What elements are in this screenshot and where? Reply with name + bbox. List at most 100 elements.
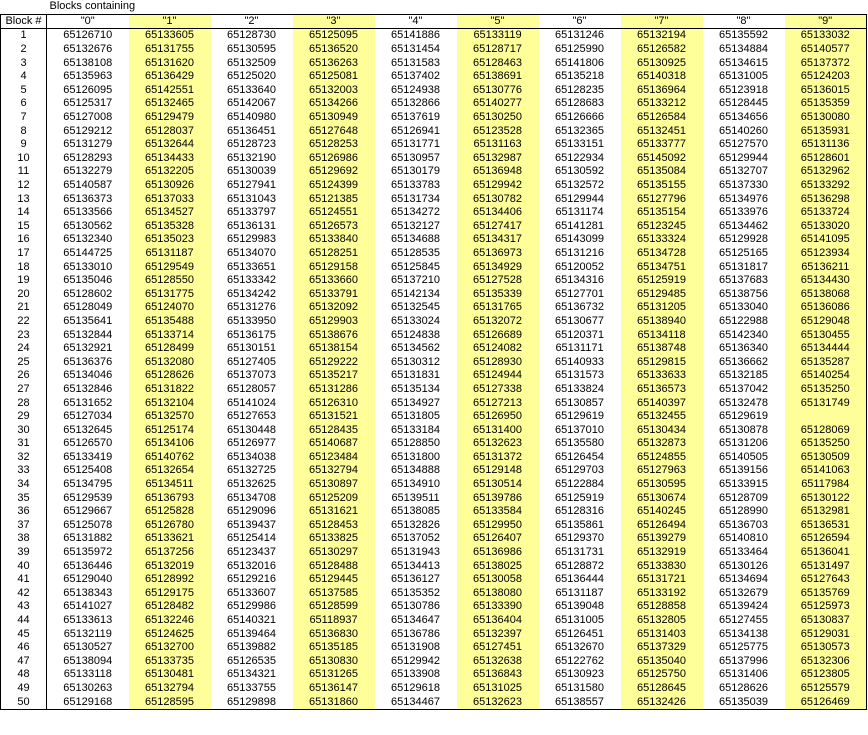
- value-cell[interactable]: 65126986: [292, 151, 375, 166]
- value-cell[interactable]: 65127570: [703, 138, 785, 152]
- value-cell[interactable]: 65127451: [456, 640, 539, 655]
- value-cell[interactable]: 65132340: [47, 233, 129, 247]
- value-cell[interactable]: 65129903: [292, 314, 375, 329]
- value-cell[interactable]: 65136376: [47, 355, 129, 369]
- value-cell[interactable]: 65134527: [128, 205, 211, 220]
- value-cell[interactable]: 65134927: [375, 396, 457, 410]
- value-cell[interactable]: 65129986: [211, 600, 293, 614]
- value-cell[interactable]: 65125990: [539, 43, 621, 57]
- value-cell[interactable]: 65134694: [703, 573, 785, 587]
- value-cell[interactable]: 65132826: [375, 519, 457, 533]
- value-cell[interactable]: 65128626: [128, 369, 211, 383]
- value-cell[interactable]: 65131831: [375, 369, 457, 383]
- value-cell[interactable]: 65132451: [620, 124, 703, 138]
- value-cell[interactable]: 65128930: [456, 355, 539, 370]
- value-cell[interactable]: 65133212: [620, 97, 703, 111]
- value-cell[interactable]: 65136131: [211, 220, 293, 234]
- value-cell[interactable]: 65138080: [456, 586, 539, 601]
- value-cell[interactable]: 65132623: [456, 437, 539, 451]
- value-cell[interactable]: 65131205: [620, 301, 703, 315]
- value-cell[interactable]: 65131174: [539, 206, 621, 220]
- value-cell[interactable]: 65128723: [211, 138, 293, 152]
- value-cell[interactable]: 65128992: [128, 572, 211, 587]
- value-cell[interactable]: 65138343: [47, 587, 129, 601]
- column-header-6[interactable]: "6": [538, 13, 621, 30]
- value-cell[interactable]: 65131573: [539, 369, 621, 383]
- value-cell[interactable]: 65136793: [128, 491, 211, 505]
- value-cell[interactable]: 65132127: [375, 220, 457, 234]
- value-cell[interactable]: 65124855: [620, 450, 703, 465]
- value-cell[interactable]: 65140687: [292, 437, 375, 451]
- column-header-5[interactable]: "5": [456, 13, 539, 30]
- value-cell[interactable]: 65134728: [620, 246, 703, 261]
- value-cell[interactable]: 65124082: [456, 341, 539, 356]
- block-number-cell[interactable]: 25: [0, 355, 47, 370]
- block-number-cell[interactable]: 15: [0, 219, 47, 234]
- value-cell[interactable]: 65120052: [539, 260, 621, 274]
- value-cell[interactable]: 65130782: [456, 192, 539, 206]
- value-cell[interactable]: 65133755: [211, 682, 293, 696]
- value-cell[interactable]: 65130562: [47, 220, 129, 234]
- value-cell[interactable]: 65131406: [703, 668, 785, 682]
- block-number-cell[interactable]: 17: [0, 246, 47, 261]
- value-cell[interactable]: 65137683: [703, 274, 785, 288]
- value-cell[interactable]: 65131372: [456, 450, 539, 465]
- value-cell[interactable]: 65130481: [128, 668, 211, 682]
- block-number-cell[interactable]: 38: [0, 532, 47, 546]
- value-cell[interactable]: 65140245: [620, 504, 703, 519]
- value-cell[interactable]: 65137330: [703, 179, 785, 193]
- value-cell[interactable]: 65136573: [620, 382, 703, 397]
- value-cell[interactable]: 65136373: [47, 192, 129, 206]
- value-cell[interactable]: 65125750: [620, 668, 703, 682]
- value-cell[interactable]: 65129703: [539, 464, 621, 478]
- value-cell[interactable]: 65125845: [375, 260, 457, 274]
- value-cell[interactable]: 65130312: [375, 355, 457, 369]
- value-cell[interactable]: 65133584: [456, 504, 539, 519]
- value-cell[interactable]: 65132921: [47, 342, 129, 356]
- value-cell[interactable]: 65133020: [784, 219, 868, 234]
- value-cell[interactable]: 65132478: [703, 396, 785, 410]
- block-number-cell[interactable]: 48: [0, 668, 47, 682]
- value-cell[interactable]: 65141886: [375, 29, 457, 43]
- value-cell[interactable]: 65137010: [539, 423, 621, 437]
- value-cell[interactable]: 65133010: [47, 260, 129, 274]
- value-cell[interactable]: 65134430: [784, 273, 868, 288]
- value-cell[interactable]: 65127701: [539, 287, 621, 301]
- value-cell[interactable]: 65136446: [47, 559, 129, 573]
- value-cell[interactable]: 65129168: [46, 695, 129, 710]
- value-cell[interactable]: 65134688: [375, 233, 457, 247]
- value-cell[interactable]: 65134511: [128, 477, 211, 492]
- value-cell[interactable]: 65134751: [620, 260, 703, 274]
- value-cell[interactable]: 65141095: [784, 233, 868, 247]
- value-cell[interactable]: 65141806: [539, 56, 621, 70]
- value-cell[interactable]: 65132570: [128, 409, 211, 424]
- value-cell[interactable]: 65130250: [456, 110, 539, 125]
- value-cell[interactable]: 65132190: [211, 152, 293, 166]
- value-cell[interactable]: 65130448: [211, 423, 293, 437]
- value-cell[interactable]: 65135287: [784, 355, 868, 370]
- value-cell[interactable]: 65132104: [128, 396, 211, 410]
- value-cell[interactable]: 65134910: [375, 478, 457, 492]
- value-cell[interactable]: 65131286: [292, 382, 375, 397]
- value-cell[interactable]: 65122934: [539, 152, 621, 166]
- value-cell[interactable]: 65131621: [292, 504, 375, 519]
- value-cell[interactable]: 65132794: [128, 681, 211, 696]
- value-cell[interactable]: 65124070: [128, 301, 211, 315]
- value-cell[interactable]: 65136703: [703, 519, 785, 533]
- value-cell[interactable]: 65129096: [211, 505, 293, 519]
- value-cell[interactable]: 65132844: [47, 328, 129, 342]
- value-cell[interactable]: 65127648: [292, 124, 375, 138]
- block-number-cell[interactable]: 22: [0, 314, 47, 329]
- value-cell[interactable]: 65139786: [456, 491, 539, 505]
- value-cell[interactable]: 65131279: [47, 138, 129, 152]
- block-number-cell[interactable]: 23: [0, 328, 47, 342]
- value-cell[interactable]: 65131817: [703, 260, 785, 274]
- value-cell[interactable]: 65133621: [128, 532, 211, 546]
- value-cell[interactable]: 65135155: [620, 178, 703, 193]
- value-cell[interactable]: 65128463: [456, 56, 539, 70]
- value-cell[interactable]: 65136973: [456, 246, 539, 261]
- block-number-cell[interactable]: 29: [0, 409, 47, 424]
- value-cell[interactable]: 65127455: [703, 614, 785, 628]
- value-cell[interactable]: 65131771: [375, 138, 457, 152]
- value-cell[interactable]: 65142551: [128, 83, 211, 98]
